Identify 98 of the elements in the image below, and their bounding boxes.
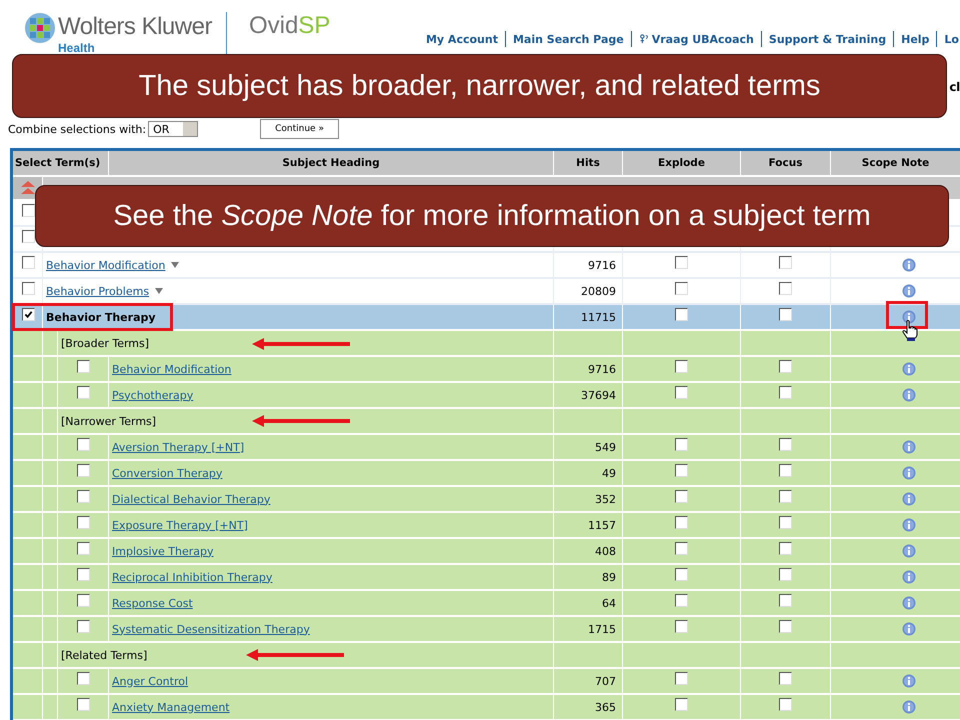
explode-checkbox[interactable] bbox=[675, 698, 688, 710]
callout-banner: The subject has broader, narrower, and related terms bbox=[12, 54, 947, 118]
subject-link[interactable]: Behavior Problems bbox=[46, 284, 150, 298]
checkbox[interactable] bbox=[76, 542, 90, 554]
subject-link[interactable]: Systematic Desensitization Therapy bbox=[112, 622, 310, 636]
nav-link[interactable]: Support & Training bbox=[762, 32, 894, 46]
nav-link[interactable]: Main Search Page bbox=[506, 32, 631, 46]
checkbox[interactable] bbox=[76, 672, 90, 684]
checkbox[interactable] bbox=[76, 360, 90, 372]
checkbox[interactable] bbox=[22, 256, 35, 268]
table-cell bbox=[13, 695, 43, 720]
checkbox[interactable] bbox=[22, 282, 35, 294]
hits-cell: 365 bbox=[595, 700, 616, 714]
explode-checkbox[interactable] bbox=[675, 386, 688, 398]
subject-link[interactable]: Psychotherapy bbox=[112, 388, 194, 402]
hits-cell: 408 bbox=[595, 544, 616, 558]
subject-link[interactable]: Implosive Therapy bbox=[112, 544, 214, 558]
arrow-icon bbox=[246, 649, 344, 661]
hits-cell: 64 bbox=[602, 596, 616, 610]
checkbox[interactable] bbox=[76, 386, 90, 398]
explode-checkbox[interactable] bbox=[675, 672, 688, 684]
continue-button[interactable]: Continue » bbox=[260, 119, 339, 139]
brand-name: Wolters Kluwer bbox=[58, 12, 212, 42]
focus-checkbox[interactable] bbox=[779, 672, 792, 684]
explode-checkbox[interactable] bbox=[675, 542, 688, 554]
subject-heading: Behavior Therapy bbox=[46, 310, 156, 324]
focus-checkbox[interactable] bbox=[779, 386, 792, 398]
nav-link[interactable]: Lo bbox=[937, 32, 960, 46]
subject-link[interactable]: Reciprocal Inhibition Therapy bbox=[112, 570, 272, 584]
combine-select[interactable]: OR bbox=[148, 121, 198, 137]
checkbox[interactable] bbox=[76, 568, 90, 580]
callout-banner: See the Scope Note for more information on a subject term bbox=[35, 185, 949, 247]
subject-link[interactable]: Exposure Therapy [+NT] bbox=[112, 518, 248, 532]
focus-checkbox[interactable] bbox=[779, 516, 792, 528]
dropdown-icon[interactable] bbox=[155, 287, 164, 295]
nav-link[interactable]: Vraag UBAcoach bbox=[644, 32, 761, 46]
combine-label: Combine selections with: bbox=[8, 122, 146, 136]
hits-cell: 49 bbox=[602, 466, 616, 480]
focus-checkbox[interactable] bbox=[779, 360, 792, 372]
explode-checkbox[interactable] bbox=[675, 438, 688, 450]
checkbox[interactable] bbox=[76, 594, 90, 606]
hits-cell: 9716 bbox=[588, 362, 616, 376]
hits-cell: 1715 bbox=[588, 622, 616, 636]
dropdown-icon[interactable] bbox=[171, 261, 180, 269]
arrow-icon bbox=[252, 415, 350, 427]
focus-checkbox[interactable] bbox=[779, 620, 792, 632]
checkbox[interactable] bbox=[76, 438, 90, 450]
subject-link[interactable]: Behavior Modification bbox=[46, 258, 166, 272]
subject-link[interactable]: Conversion Therapy bbox=[112, 466, 222, 480]
focus-checkbox[interactable] bbox=[779, 438, 792, 450]
subject-link[interactable]: Anger Control bbox=[112, 674, 188, 688]
checkbox[interactable] bbox=[22, 230, 35, 242]
focus-checkbox[interactable] bbox=[779, 464, 792, 476]
logo-icon bbox=[24, 12, 56, 44]
focus-checkbox[interactable] bbox=[779, 594, 792, 606]
hits-cell: 352 bbox=[595, 492, 616, 506]
nav-link[interactable]: Help bbox=[894, 32, 936, 46]
explode-checkbox[interactable] bbox=[675, 282, 688, 294]
explode-checkbox[interactable] bbox=[675, 594, 688, 606]
subject-link[interactable]: Behavior Modification bbox=[112, 362, 232, 376]
hits-cell: 549 bbox=[595, 440, 616, 454]
hits-cell: 37694 bbox=[581, 388, 616, 402]
explode-checkbox[interactable] bbox=[675, 464, 688, 476]
focus-checkbox[interactable] bbox=[779, 698, 792, 710]
focus-checkbox[interactable] bbox=[779, 256, 792, 268]
checkbox[interactable] bbox=[22, 204, 35, 216]
hits-cell: 1157 bbox=[588, 518, 616, 532]
arrow-icon bbox=[252, 338, 350, 350]
subject-link[interactable]: Aversion Therapy [+NT] bbox=[112, 440, 244, 454]
checkbox[interactable] bbox=[22, 308, 35, 320]
explode-checkbox[interactable] bbox=[675, 620, 688, 632]
checkbox[interactable] bbox=[76, 620, 90, 632]
explode-checkbox[interactable] bbox=[675, 490, 688, 502]
focus-checkbox[interactable] bbox=[779, 542, 792, 554]
explode-checkbox[interactable] bbox=[675, 360, 688, 372]
explode-checkbox[interactable] bbox=[675, 516, 688, 528]
explode-checkbox[interactable] bbox=[675, 568, 688, 580]
division-name: Health bbox=[58, 42, 96, 54]
product-name: Ovid bbox=[248, 11, 298, 41]
checkbox[interactable] bbox=[76, 490, 90, 502]
subject-link[interactable]: Anxiety Management bbox=[112, 700, 230, 714]
focus-checkbox[interactable] bbox=[779, 490, 792, 502]
page-heading: cl bbox=[949, 80, 960, 94]
nav-link[interactable]: My Account bbox=[418, 32, 505, 46]
checkbox[interactable] bbox=[76, 464, 90, 476]
info-icon[interactable] bbox=[902, 310, 916, 324]
explode-checkbox[interactable] bbox=[675, 256, 688, 268]
product-suffix: SP bbox=[298, 11, 330, 41]
hits-cell: 89 bbox=[602, 570, 616, 584]
explode-checkbox[interactable] bbox=[675, 308, 688, 320]
subject-link[interactable]: Dialectical Behavior Therapy bbox=[112, 492, 270, 506]
checkbox[interactable] bbox=[76, 698, 90, 710]
focus-checkbox[interactable] bbox=[779, 282, 792, 294]
checkbox[interactable] bbox=[76, 516, 90, 528]
subject-link[interactable]: Response Cost bbox=[112, 596, 193, 610]
focus-checkbox[interactable] bbox=[779, 568, 792, 580]
focus-checkbox[interactable] bbox=[779, 308, 792, 320]
hits-cell: 707 bbox=[595, 674, 616, 688]
